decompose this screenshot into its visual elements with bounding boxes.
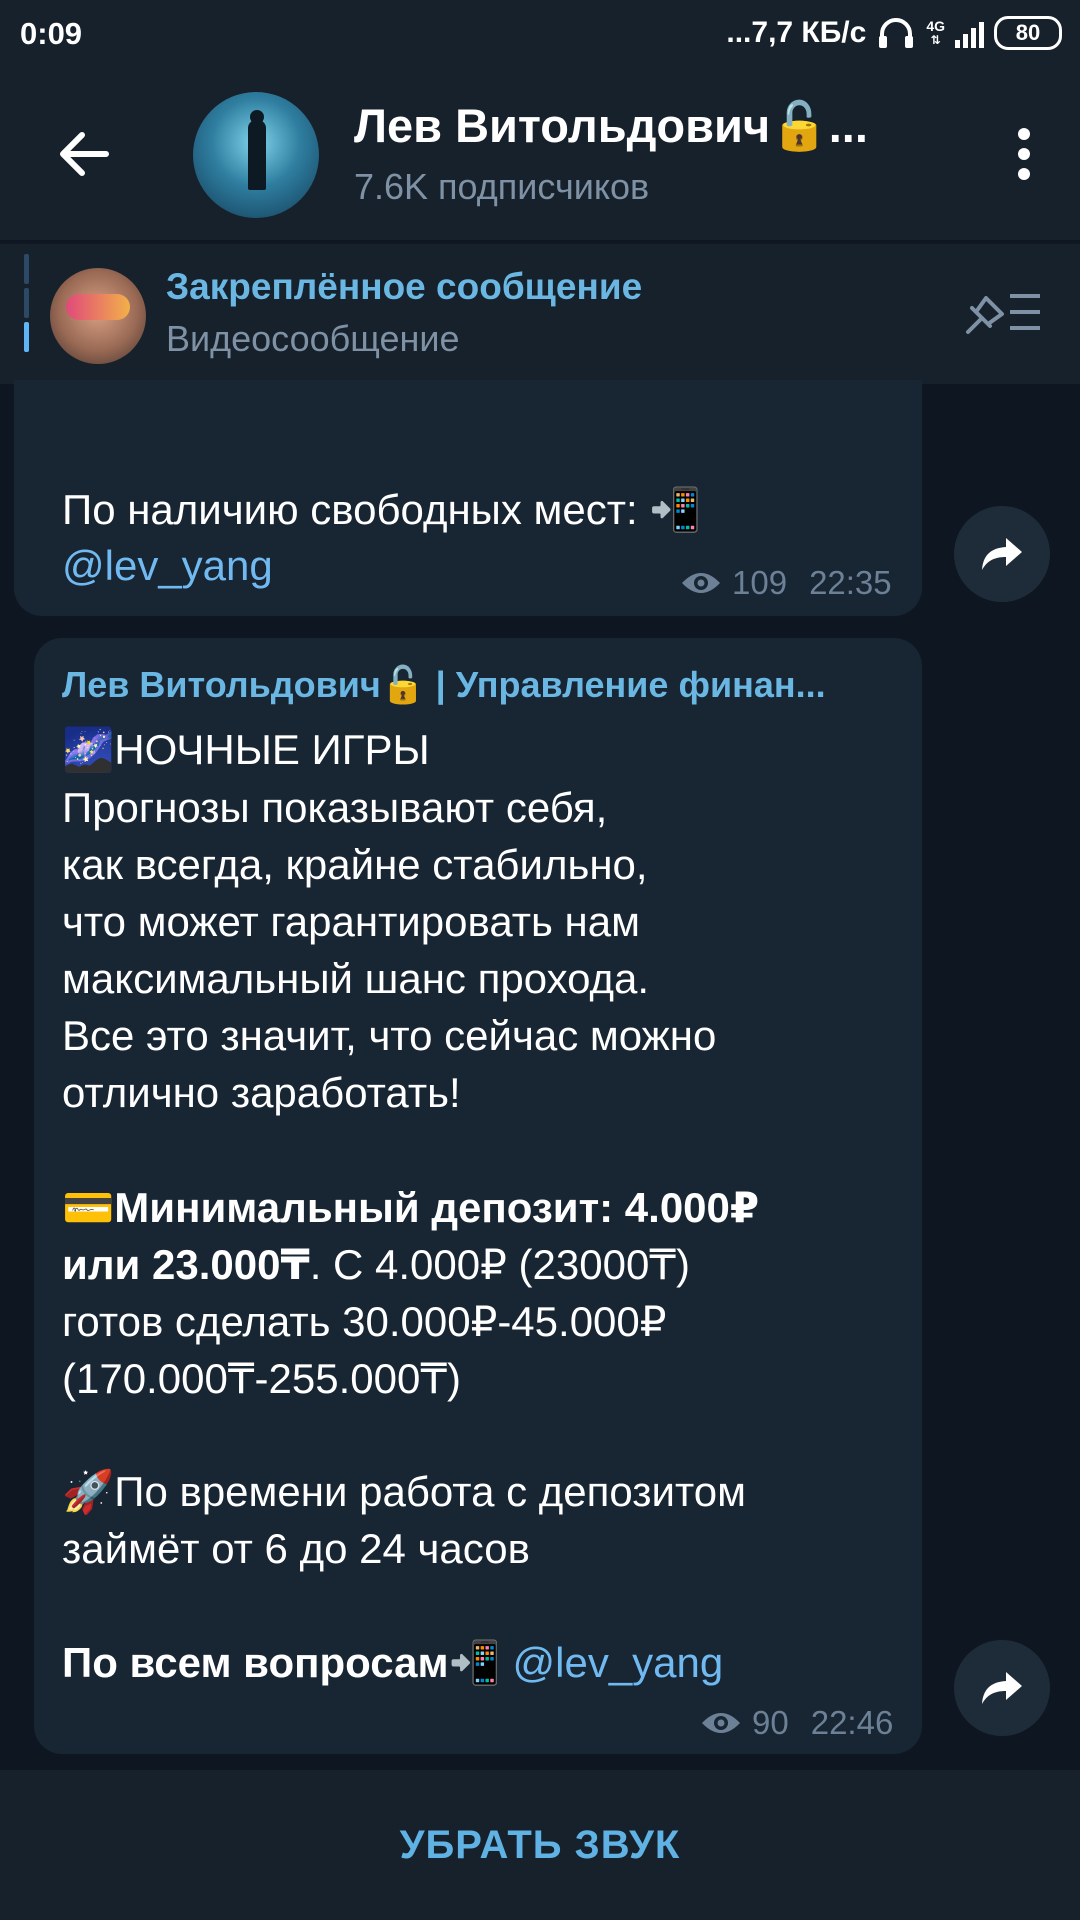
share-arrow-icon	[982, 538, 1022, 570]
status-bar: 0:09 ...7,7 КБ/с 4G ⇅ 80	[0, 0, 1080, 72]
thumbnail-goggles	[66, 294, 130, 320]
more-vertical-icon[interactable]	[1000, 128, 1048, 188]
eye-icon	[682, 573, 720, 593]
deposit-line: или 23.000₸. С 4.000₽ (23000₸)	[62, 1240, 690, 1289]
message-text-line: что может гарантировать нам	[62, 898, 640, 945]
share-button[interactable]	[954, 1640, 1050, 1736]
headphones-icon	[879, 18, 914, 48]
pinned-list-icon[interactable]	[962, 288, 1044, 336]
username-link[interactable]: @lev_yang	[513, 1639, 724, 1686]
time-line: займёт от 6 до 24 часов	[62, 1525, 530, 1572]
deposit-bold: или 23.000₸	[62, 1241, 310, 1288]
deposit-line: (170.000₸-255.000₸)	[62, 1355, 462, 1402]
channel-title[interactable]: Лев Витольдович🔓...	[354, 98, 914, 154]
message-time: 22:35	[809, 564, 892, 601]
avatar-figure-body	[248, 120, 266, 190]
questions-line: По всем вопросам📲 @lev_yang	[62, 1639, 723, 1688]
pinned-thumbnail	[50, 268, 146, 364]
back-arrow-icon[interactable]	[52, 122, 116, 186]
pinned-indicator	[24, 254, 29, 370]
channel-avatar[interactable]	[193, 92, 319, 218]
battery-icon: 80	[994, 16, 1062, 50]
message-meta: 90 22:46	[700, 1704, 893, 1742]
pinned-message-bar[interactable]: Закреплённое сообщение Видеосообщение	[0, 242, 1080, 384]
message-text-line: Все это значит, что сейчас можно	[62, 1012, 717, 1059]
network-speed: ...7,7 КБ/с	[726, 16, 867, 49]
deposit-line: 💳Минимальный депозит: 4.000₽	[62, 1184, 760, 1231]
signal-icon	[955, 18, 984, 48]
deposit-line: готов сделать 30.000₽-45.000₽	[62, 1298, 667, 1345]
questions-label: По всем вопросам📲	[62, 1639, 501, 1686]
pinned-text: Видеосообщение	[166, 318, 460, 359]
message-time: 22:46	[810, 1704, 894, 1741]
status-right: ...7,7 КБ/с 4G ⇅ 80	[726, 16, 1062, 50]
subscriber-count: 7.6K подписчиков	[354, 166, 650, 207]
chat-header: Лев Витольдович🔓... 7.6K подписчиков	[0, 72, 1080, 240]
view-count: 90	[752, 1704, 789, 1741]
message-meta: 109 22:35	[680, 564, 892, 602]
message-sender[interactable]: Лев Витольдович🔓 | Управление финан...	[62, 664, 904, 706]
status-time: 0:09	[20, 16, 83, 51]
network-type: 4G ⇅	[926, 19, 945, 47]
message-text-line: отлично заработать!	[62, 1069, 461, 1116]
view-count: 109	[732, 564, 788, 601]
message-title: 🌌НОЧНЫЕ ИГРЫ	[62, 726, 430, 773]
bottom-bar: УБРАТЬ ЗВУК	[0, 1770, 1080, 1920]
message-text-line: как всегда, крайне стабильно,	[62, 841, 648, 888]
message-text-line: По наличию свободных мест: 📲	[62, 486, 702, 533]
username-link[interactable]: @lev_yang	[62, 542, 273, 590]
deposit-rest: . С 4.000₽ (23000₸)	[309, 1241, 691, 1288]
eye-icon	[702, 1713, 740, 1733]
mute-button[interactable]: УБРАТЬ ЗВУК	[400, 1823, 681, 1868]
data-arrows-icon: ⇅	[930, 33, 941, 47]
share-button[interactable]	[954, 506, 1050, 602]
network-type-label: 4G	[926, 18, 945, 34]
message-text-line: Прогнозы показывают себя,	[62, 784, 608, 831]
message-text-line: максимальный шанс прохода.	[62, 955, 650, 1002]
pinned-title: Закреплённое сообщение	[166, 266, 643, 307]
share-arrow-icon	[982, 1672, 1022, 1704]
time-line: 🚀По времени работа с депозитом	[62, 1468, 746, 1515]
